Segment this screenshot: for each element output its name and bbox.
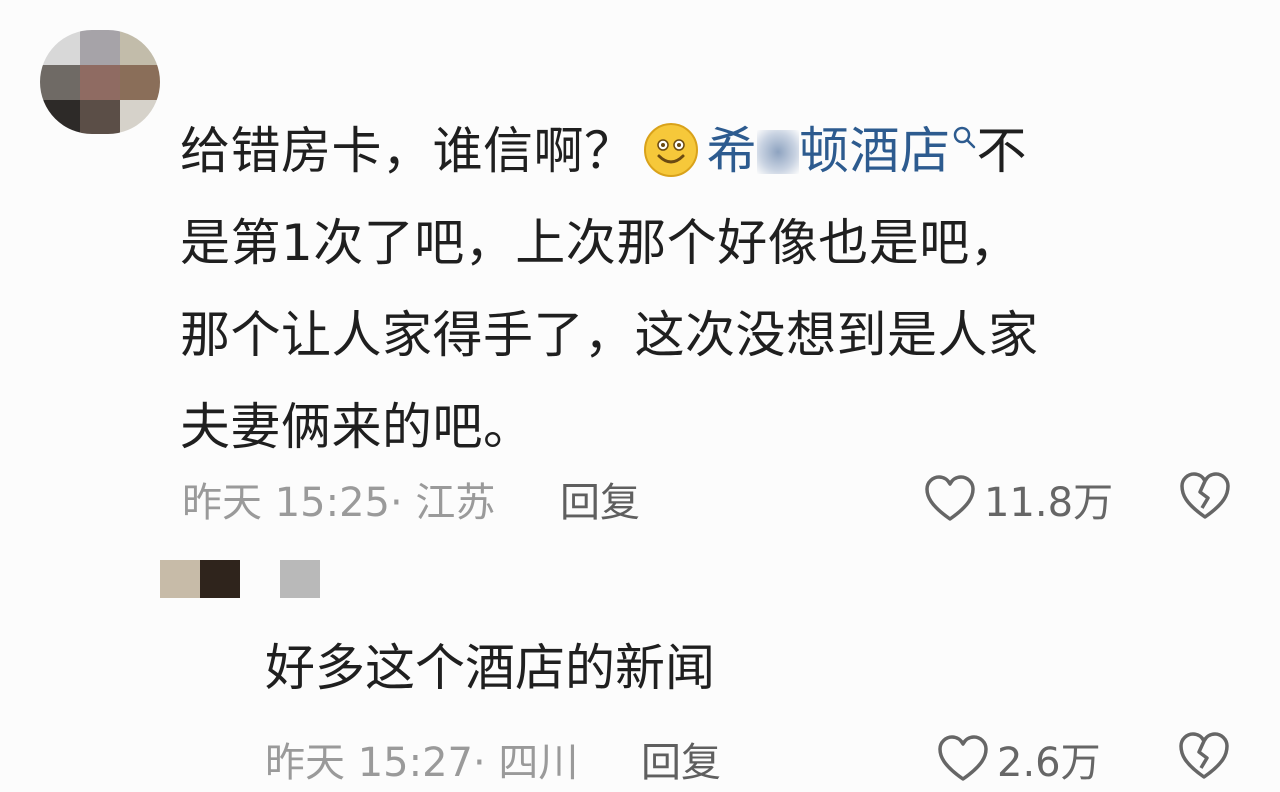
dislike-button[interactable]: [1178, 470, 1232, 532]
reply-time: 昨天 15:27· 四川: [265, 740, 579, 786]
comment-meta: 昨天 15:25· 江苏 回复 11.8万: [182, 470, 1242, 526]
avatar-pixel: [80, 30, 120, 65]
like-button[interactable]: 11.8万: [924, 470, 1113, 528]
avatar-pixel: [120, 100, 160, 134]
broken-heart-icon: [1179, 732, 1229, 779]
reply-meta: 昨天 15:27· 四川 回复 2.6万: [265, 730, 1265, 786]
avatar-pixel: [200, 560, 240, 598]
reply-like-button[interactable]: 2.6万: [937, 730, 1101, 788]
topic-link[interactable]: 希顿酒店: [707, 122, 977, 180]
reply-text: 好多这个酒店的新闻: [265, 639, 715, 697]
topic-link-part2: 顿酒店: [799, 122, 951, 180]
comment-line: 那个让人家得手了，这次没想到是人家: [180, 306, 1039, 364]
avatar-pixel: [120, 65, 160, 100]
comment-line1-prefix: 给错房卡，谁信啊？: [180, 122, 635, 180]
avatar-pixel: [40, 100, 80, 134]
comment-line: 是第1次了吧，上次那个好像也是吧，: [180, 214, 1021, 272]
reply-reply-button[interactable]: 回复: [641, 730, 721, 788]
avatar-pixel: [120, 30, 160, 65]
reply-dislike-button[interactable]: [1177, 730, 1231, 792]
avatar-pixel: [40, 30, 80, 65]
like-count: 11.8万: [984, 480, 1114, 526]
topic-link-part1: 希: [706, 122, 757, 180]
reply-like-count: 2.6万: [997, 740, 1101, 786]
reply-avatar[interactable]: [160, 560, 240, 598]
avatar-pixel: [40, 65, 80, 100]
reply-button[interactable]: 回复: [560, 470, 640, 528]
avatar[interactable]: [40, 30, 160, 134]
comment-line1-suffix: 不: [976, 122, 1027, 180]
comment-line: 给错房卡，谁信啊？ 希顿酒店不: [180, 105, 1240, 197]
avatar-pixel: [80, 65, 120, 100]
smile-emoji-icon: [643, 123, 698, 177]
search-icon: [953, 126, 975, 149]
topic-blur: [757, 130, 799, 174]
heart-icon: [938, 735, 988, 781]
comment-text: 给错房卡，谁信啊？ 希顿酒店不 是第1次了吧，上次那个好像也是吧， 那个让人家得手…: [180, 105, 1240, 473]
avatar-pixel: [160, 560, 200, 598]
comment-line: 夫妻俩来的吧。: [180, 398, 534, 456]
reply-username-redacted[interactable]: [280, 560, 320, 598]
avatar-pixel: [80, 100, 120, 134]
heart-icon: [925, 475, 975, 521]
broken-heart-icon: [1180, 472, 1230, 519]
comment-time: 昨天 15:25· 江苏: [182, 480, 496, 526]
